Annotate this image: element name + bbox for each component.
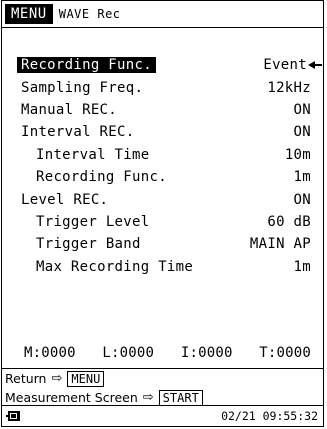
setting-row-sampling-freq[interactable]: Sampling Freq. 12kHz (2, 76, 323, 98)
menu-key[interactable]: MENU (67, 370, 105, 387)
setting-value: 1m (293, 258, 311, 275)
setting-row-interval-recording-func[interactable]: Recording Func. 1m (2, 166, 323, 188)
setting-label: Sampling Freq. (21, 79, 144, 96)
setting-value: 1m (293, 169, 311, 186)
setting-value: ON (293, 101, 311, 118)
setting-row-level-rec[interactable]: Level REC. ON (2, 188, 323, 210)
setting-row-manual-rec[interactable]: Manual REC. ON (2, 99, 323, 121)
setting-row-trigger-level[interactable]: Trigger Level 60 dB (2, 211, 323, 233)
setting-label: Trigger Level (36, 213, 150, 230)
setting-label: Recording Func. (36, 169, 167, 186)
setting-value: 60 dB (267, 213, 311, 230)
start-key[interactable]: START (158, 389, 203, 406)
setting-label: Interval Time (36, 146, 150, 163)
setting-value: MAIN AP (249, 236, 311, 253)
setting-value: 10m (284, 146, 311, 163)
record-counters: M:0000 L:0000 I:0000 T:0000 (2, 342, 323, 364)
setting-label: Manual REC. (21, 101, 118, 118)
setting-row-interval-rec[interactable]: Interval REC. ON (2, 121, 323, 143)
setting-label: Recording Func. (2, 57, 156, 74)
setting-row-interval-time[interactable]: Interval Time 10m (2, 144, 323, 166)
settings-list: Recording Func. Event Sampling Freq. 12k… (2, 54, 323, 278)
battery-icon (6, 411, 20, 421)
setting-label: Level REC. (21, 191, 109, 208)
arrow-right-icon: ⇨ (142, 390, 154, 405)
page-title: WAVE Rec (58, 7, 121, 21)
setting-value: 12kHz (267, 79, 311, 96)
counter-manual: M:0000 (24, 345, 76, 361)
arrow-right-icon: ⇨ (51, 371, 63, 386)
counter-level: L:0000 (102, 345, 155, 361)
setting-label: Trigger Band (36, 236, 141, 253)
footer-hints: Return ⇨ MENU Measurement Screen ⇨ START… (2, 368, 323, 426)
header-bar: MENU WAVE Rec (2, 1, 323, 28)
arrow-left-icon (308, 61, 322, 70)
setting-label: Max Recording Time (36, 258, 194, 275)
setting-row-max-recording-time[interactable]: Max Recording Time 1m (2, 256, 323, 278)
setting-label: Interval REC. (21, 124, 135, 141)
setting-row-recording-func[interactable]: Recording Func. Event (2, 54, 323, 76)
menu-tag[interactable]: MENU (5, 4, 53, 24)
status-bar: 02/21 09:55:32 (2, 405, 323, 426)
counter-total: T:0000 (259, 345, 311, 361)
device-screen: MENU WAVE Rec Recording Func. Event Samp… (1, 0, 324, 427)
measurement-label: Measurement Screen (5, 390, 138, 405)
setting-row-trigger-band[interactable]: Trigger Band MAIN AP (2, 233, 323, 255)
datetime-display: 02/21 09:55:32 (221, 409, 318, 423)
setting-value: ON (293, 124, 311, 141)
return-label: Return (5, 371, 47, 386)
setting-value: ON (293, 191, 311, 208)
counter-interval: I:0000 (180, 345, 233, 361)
return-hint: Return ⇨ MENU (2, 369, 323, 388)
